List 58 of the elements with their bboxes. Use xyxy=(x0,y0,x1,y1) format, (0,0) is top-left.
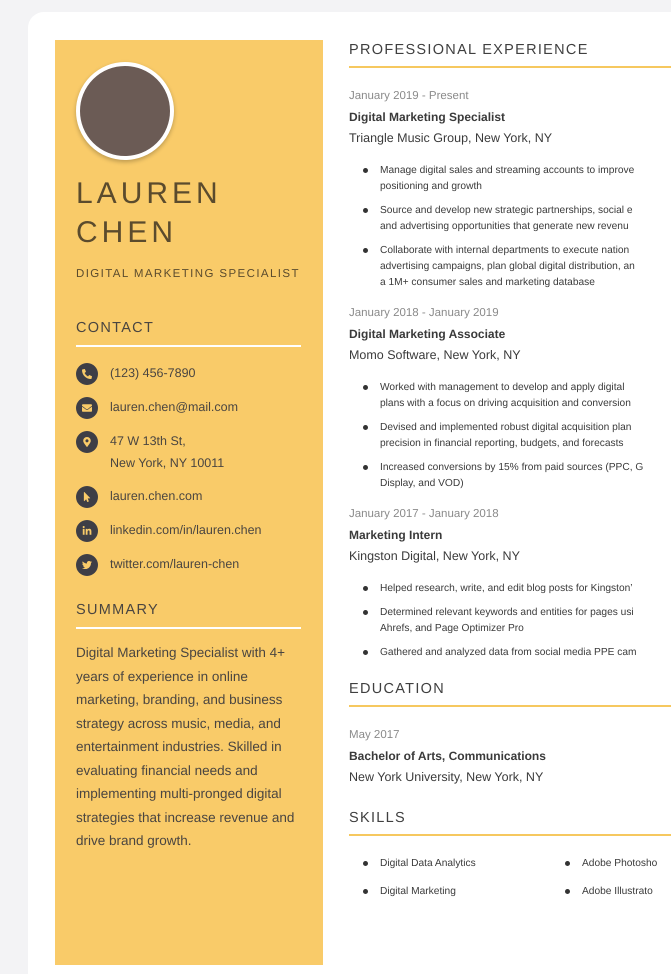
bullet-icon xyxy=(565,861,570,866)
job-company: Triangle Music Group, New York, NY xyxy=(349,130,554,147)
degree: Bachelor of Arts, Communications xyxy=(349,748,547,765)
envelope-icon xyxy=(76,397,98,419)
skill-text: Adobe Photosho xyxy=(582,857,658,871)
cursor-icon xyxy=(76,486,98,508)
bullet-icon xyxy=(363,610,368,615)
bullet-text: Collaborate with internal departments to execute nation advertising campaigns, plan global digital distribution, an a 1M+ consumer sales and marketing database xyxy=(380,244,635,290)
summary-paragraph: Digital Marketing Specialist with 4+ years of experience in online marketing, branding, and business strategy across music, media, and entertainment industries. Skilled in evaluating financial needs and implementing multi-pronged digital strategies that increase revenue and drive brand growth. xyxy=(76,644,296,850)
skill-text: Adobe Illustrato xyxy=(582,885,653,899)
contact-text: lauren.chen@mail.com xyxy=(110,399,238,416)
map-pin-icon xyxy=(76,431,98,453)
contact-text: 47 W 13th St, New York, NY 10011 xyxy=(110,433,224,472)
contact-text: lauren.chen.com xyxy=(110,488,202,505)
job-company: Kingston Digital, New York, NY xyxy=(349,548,521,565)
bullet-icon xyxy=(363,208,368,213)
job-title: DIGITAL MARKETING SPECIALIST xyxy=(76,268,301,280)
school: New York University, New York, NY xyxy=(349,769,544,786)
bullet-icon xyxy=(565,889,570,894)
job-role: Digital Marketing Associate xyxy=(349,326,506,343)
bullet-icon xyxy=(363,385,368,390)
job-company: Momo Software, New York, NY xyxy=(349,347,522,364)
bullet-icon xyxy=(363,650,368,655)
bullet-text: Worked with management to develop and apply digital plans with a focus on driving acquisition and conversion xyxy=(380,381,631,411)
section-heading: SKILLS xyxy=(349,810,671,836)
bullet-icon xyxy=(363,248,368,253)
job-role: Digital Marketing Specialist xyxy=(349,109,506,126)
skill-text: Digital Marketing xyxy=(380,885,456,899)
contact-text: linkedin.com/in/lauren.chen xyxy=(110,522,262,539)
section-heading: SUMMARY xyxy=(76,602,301,629)
job-role: Marketing Intern xyxy=(349,527,444,544)
bullet-text: Determined relevant keywords and entities for pages usi Ahrefs, and Page Optimizer Pro xyxy=(380,606,634,636)
bullet-text: Source and develop new strategic partnerships, social e and advertising opportunities that generate new revenu xyxy=(380,204,633,234)
section-heading: EDUCATION xyxy=(349,681,671,707)
bullet-text: Increased conversions by 15% from paid sources (PPC, G Display, and VOD) xyxy=(380,461,644,491)
contact-text: twitter.com/lauren-chen xyxy=(110,556,240,573)
bullet-text: Helped research, write, and edit blog posts for Kingston’ xyxy=(380,582,633,596)
skill-text: Digital Data Analytics xyxy=(380,857,476,871)
bullet-icon xyxy=(363,168,368,173)
job-dates: January 2017 - January 2018 xyxy=(349,507,500,522)
bullet-text: Manage digital sales and streaming accounts to improve positioning and growth xyxy=(380,164,634,194)
section-heading: CONTACT xyxy=(76,320,301,347)
linkedin-icon xyxy=(76,520,98,542)
education-date: May 2017 xyxy=(349,728,401,743)
job-dates: January 2019 - Present xyxy=(349,89,470,104)
bullet-icon xyxy=(363,586,368,591)
section-heading: PROFESSIONAL EXPERIENCE xyxy=(349,42,671,68)
bullet-icon xyxy=(363,465,368,470)
bullet-icon xyxy=(363,861,368,866)
contact-text: (123) 456-7890 xyxy=(110,365,196,382)
person-name: LAUREN CHEN xyxy=(76,176,223,251)
bullet-text: Devised and implemented robust digital acquisition plan precision in financial reporting, budgets, and forecasts xyxy=(380,421,632,451)
twitter-icon xyxy=(76,554,98,576)
bullet-text: Gathered and analyzed data from social media PPE cam xyxy=(380,646,637,660)
job-dates: January 2018 - January 2019 xyxy=(349,306,500,321)
phone-icon xyxy=(76,363,98,385)
bullet-icon xyxy=(363,425,368,430)
bullet-icon xyxy=(363,889,368,894)
